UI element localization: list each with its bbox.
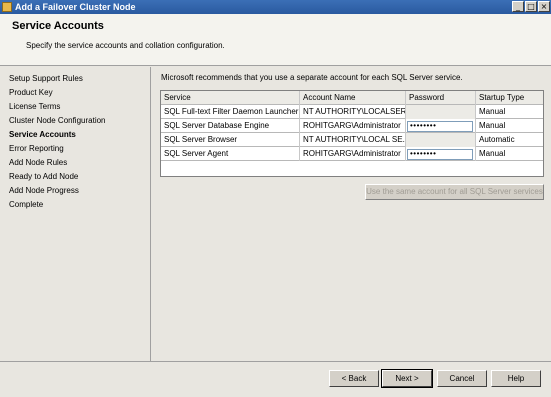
service-cell: SQL Full-text Filter Daemon Launcher — [161, 105, 300, 119]
table-row[interactable]: SQL Server Browser NT AUTHORITY\LOCAL SE… — [161, 133, 543, 147]
same-account-button[interactable]: Use the same account for all SQL Server … — [365, 184, 544, 200]
table-row[interactable]: SQL Server Agent ROHITGARG\Administrator… — [161, 147, 543, 161]
service-cell: SQL Server Agent — [161, 147, 300, 161]
step-product-key[interactable]: Product Key — [9, 88, 53, 98]
password-cell — [406, 133, 476, 147]
page-header: Service Accounts Specify the service acc… — [0, 14, 551, 66]
service-cell: SQL Server Database Engine — [161, 119, 300, 133]
step-cluster-node-configuration[interactable]: Cluster Node Configuration — [9, 116, 106, 126]
account-name-cell[interactable]: ROHITGARG\Administrator — [300, 147, 406, 161]
step-error-reporting[interactable]: Error Reporting — [9, 144, 64, 154]
step-setup-support-rules[interactable]: Setup Support Rules — [9, 74, 83, 84]
startup-type-cell[interactable]: Manual — [476, 105, 543, 119]
column-header-startup-type[interactable]: Startup Type — [476, 91, 543, 105]
account-name-cell[interactable]: NT AUTHORITY\LOCAL SE... — [300, 133, 406, 147]
wizard-steps-sidebar: Setup Support Rules Product Key License … — [0, 67, 151, 361]
startup-type-cell[interactable]: Manual — [476, 147, 543, 161]
recommendation-text: Microsoft recommends that you use a sepa… — [161, 73, 463, 82]
maximize-button[interactable]: □ — [525, 1, 537, 12]
service-cell: SQL Server Browser — [161, 133, 300, 147]
step-service-accounts[interactable]: Service Accounts — [9, 130, 76, 140]
back-button[interactable]: < Back — [329, 370, 379, 387]
next-button[interactable]: Next > — [381, 369, 433, 388]
step-add-node-progress[interactable]: Add Node Progress — [9, 186, 79, 196]
password-field[interactable]: •••••••• — [407, 149, 473, 160]
page-title: Service Accounts — [12, 20, 104, 32]
account-name-cell[interactable]: ROHITGARG\Administrator — [300, 119, 406, 133]
column-header-password[interactable]: Password — [406, 91, 476, 105]
password-cell: •••••••• — [406, 147, 476, 161]
cancel-button[interactable]: Cancel — [437, 370, 487, 387]
grid-header-row: Service Account Name Password Startup Ty… — [161, 91, 543, 105]
app-icon — [2, 2, 12, 12]
step-license-terms[interactable]: License Terms — [9, 102, 60, 112]
setup-window: Add a Failover Cluster Node _ □ × Servic… — [0, 0, 551, 397]
step-ready-to-add-node[interactable]: Ready to Add Node — [9, 172, 78, 182]
wizard-footer: < Back Next > Cancel Help — [0, 361, 551, 397]
table-row[interactable]: SQL Server Database Engine ROHITGARG\Adm… — [161, 119, 543, 133]
startup-type-cell[interactable]: Automatic — [476, 133, 543, 147]
password-cell: •••••••• — [406, 119, 476, 133]
page-subtitle: Specify the service accounts and collati… — [26, 41, 225, 50]
minimize-button[interactable]: _ — [512, 1, 524, 12]
title-bar[interactable]: Add a Failover Cluster Node _ □ × — [0, 0, 551, 14]
main-panel: Microsoft recommends that you use a sepa… — [152, 67, 551, 361]
column-header-account-name[interactable]: Account Name — [300, 91, 406, 105]
password-field[interactable]: •••••••• — [407, 121, 473, 132]
window-title: Add a Failover Cluster Node — [15, 2, 136, 12]
column-header-service[interactable]: Service — [161, 91, 300, 105]
help-button[interactable]: Help — [491, 370, 541, 387]
service-accounts-grid: Service Account Name Password Startup Ty… — [160, 90, 544, 177]
password-cell — [406, 105, 476, 119]
step-complete[interactable]: Complete — [9, 200, 43, 210]
step-add-node-rules[interactable]: Add Node Rules — [9, 158, 67, 168]
startup-type-cell[interactable]: Manual — [476, 119, 543, 133]
table-row[interactable]: SQL Full-text Filter Daemon Launcher NT … — [161, 105, 543, 119]
account-name-cell[interactable]: NT AUTHORITY\LOCALSER... — [300, 105, 406, 119]
close-button[interactable]: × — [538, 1, 550, 12]
